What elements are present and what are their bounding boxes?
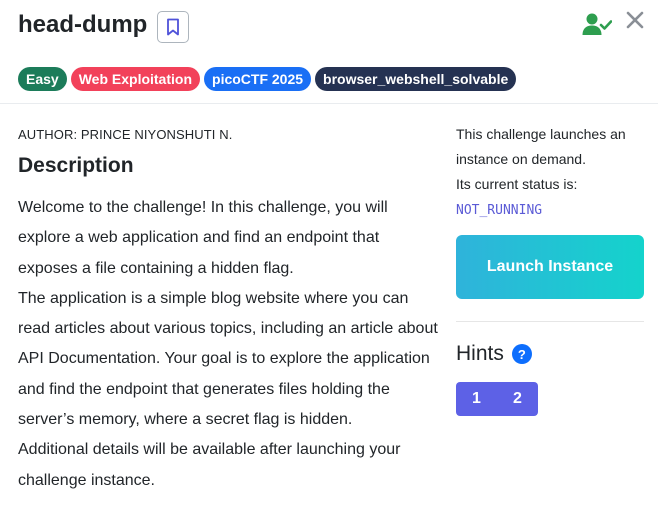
close-icon[interactable] [624,9,646,31]
help-icon[interactable]: ? [511,344,532,364]
description-heading: Description [18,154,134,177]
instance-status: NOT_RUNNING [456,203,543,218]
tag-event[interactable]: picoCTF 2025 [204,67,312,91]
bookmark-icon [167,18,179,36]
launch-info-text: This challenge launches an instance on d… [456,126,626,167]
description-body: Welcome to the challenge! In this challe… [18,193,438,496]
bookmark-button[interactable] [157,11,189,43]
description-paragraph: The application is a simple blog website… [18,289,438,429]
hint-1-button[interactable]: 1 [456,382,497,416]
hint-2-button[interactable]: 2 [497,382,538,416]
challenge-title: head-dump [18,11,148,38]
tag-difficulty[interactable]: Easy [18,67,67,91]
status-label: Its current status is: [456,176,578,192]
sidebar-divider [456,321,644,322]
tag-category[interactable]: Web Exploitation [70,67,201,91]
author-label: AUTHOR: PRINCE NIYONSHUTI N. [18,127,233,142]
user-check-icon[interactable] [582,12,612,36]
description-paragraph: Welcome to the challenge! In this challe… [18,199,388,277]
description-paragraph: Additional details will be available aft… [18,441,401,489]
hints-header: Hints ? [456,340,646,368]
hint-button-group: 1 2 [456,382,538,416]
tag-list: Easy Web Exploitation picoCTF 2025 brows… [18,67,517,91]
hints-heading: Hints [456,342,504,365]
tag-solvable[interactable]: browser_webshell_solvable [315,67,517,91]
challenge-header: head-dump Easy Web Exploitation picoCTF … [0,0,658,104]
instance-sidebar: This challenge launches an instance on d… [456,122,646,416]
launch-instance-button[interactable]: Launch Instance [456,235,644,299]
